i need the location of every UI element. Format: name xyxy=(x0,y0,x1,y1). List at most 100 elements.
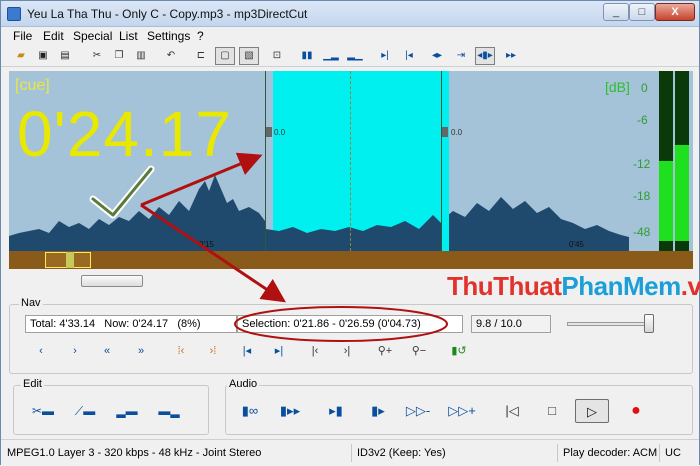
paste-icon[interactable]: ▥ xyxy=(131,47,151,65)
window-title: Yeu La Tha Thu - Only C - Copy.mp3 - mp3… xyxy=(27,7,308,21)
copy-icon[interactable]: ❐ xyxy=(109,47,129,65)
play-selection-icon[interactable]: ▮▸▸ xyxy=(273,399,307,423)
normalize-icon[interactable]: ▮▮ xyxy=(297,47,317,65)
next-cue-icon[interactable]: ›| xyxy=(335,343,359,359)
waveform-display[interactable]: 0'15 0'30 0'45 0.0 0.0 [cue] 0'24.17 [dB… xyxy=(9,71,693,251)
db-48: -48 xyxy=(633,225,651,239)
close-button[interactable]: X xyxy=(655,3,695,21)
playback-cursor[interactable] xyxy=(350,71,351,251)
skip-forward-icon[interactable]: » xyxy=(129,343,153,359)
db-12: -12 xyxy=(633,157,651,171)
split-icon[interactable]: ⇥ xyxy=(451,47,471,65)
cut-icon[interactable]: ✂ xyxy=(87,47,107,65)
status-bar: MPEG1.0 Layer 3 - 320 kbps - 48 kHz - Jo… xyxy=(1,439,699,465)
volume-icon[interactable]: ▂▁ xyxy=(345,47,365,65)
mark-out-icon[interactable]: |◂ xyxy=(399,47,419,65)
now-time: Now: 0'24.17 xyxy=(104,318,169,330)
overview-timeline[interactable] xyxy=(9,251,693,269)
status-separator-1 xyxy=(351,444,352,462)
undo-icon[interactable]: ↶ xyxy=(161,47,181,65)
fast-forward-icon[interactable]: ▷▷+ xyxy=(445,399,479,423)
go-end-selection-icon[interactable]: ›⁞ xyxy=(201,343,225,359)
minimize-button[interactable]: _ xyxy=(603,3,629,21)
cue-label: [cue] xyxy=(15,77,50,94)
level-meter-left-fill xyxy=(659,161,673,241)
selection-end-line[interactable] xyxy=(441,71,442,251)
volume-slider-track[interactable] xyxy=(567,322,653,326)
play-range-icon[interactable]: ▷▷- xyxy=(401,399,435,423)
zoom-mode-icon[interactable]: ▢ xyxy=(215,47,235,65)
cut-marker-icon[interactable]: ✂▬ xyxy=(31,401,55,421)
edit-label: Edit xyxy=(21,378,44,390)
prev-cue-icon[interactable]: |‹ xyxy=(303,343,327,359)
zoom-mode-2-icon[interactable]: ▧ xyxy=(239,47,259,65)
mark-in-icon[interactable]: ▸| xyxy=(375,47,395,65)
position-info: Total: 4'33.14 Now: 0'24.17 (8%) xyxy=(25,315,237,333)
menu-settings[interactable]: Settings xyxy=(147,29,190,43)
menu-special[interactable]: Special xyxy=(73,29,112,43)
select-all-icon[interactable]: ◂▸ xyxy=(427,47,447,65)
maximize-button[interactable]: □ xyxy=(629,3,655,21)
zoom-out-icon[interactable]: ⚲− xyxy=(407,343,431,359)
audio-label: Audio xyxy=(227,378,260,390)
save-icon[interactable]: ▣ xyxy=(33,47,53,65)
selection-info: Selection: 0'21.86 - 0'26.59 (0'04.73) xyxy=(237,315,463,333)
menu-bar: File Edit Special List Settings ? xyxy=(1,27,699,45)
db-6: -6 xyxy=(637,113,648,127)
now-percent: (8%) xyxy=(177,318,201,330)
main-window: Yeu La Tha Thu - Only C - Copy.mp3 - mp3… xyxy=(0,0,700,465)
mark-start-icon[interactable]: |◂ xyxy=(235,343,259,359)
app-icon xyxy=(7,7,21,21)
end-marker-value: 0.0 xyxy=(451,128,463,137)
overview-selection xyxy=(66,252,74,268)
toolbar: ▰ ▣ ▤ ✂ ❐ ▥ ↶ ⊏ ▢ ▧ ⊡ ▮▮ ▁▂ ▂▁ ▸| |◂ ◂▸ … xyxy=(1,45,699,67)
play-from-cue-icon[interactable]: ▸▮ xyxy=(319,399,353,423)
status-uc: UC xyxy=(665,447,681,459)
stop-start-icon[interactable]: |◁ xyxy=(495,399,529,423)
cue-mode-icon[interactable]: ⊏ xyxy=(191,47,211,65)
play-cue-icon[interactable]: ▮▸ xyxy=(361,399,395,423)
start-marker[interactable] xyxy=(266,127,272,137)
open-file-icon[interactable]: ▰ xyxy=(11,47,31,65)
trim-icon[interactable]: ◂▮▸ xyxy=(475,47,495,65)
menu-edit[interactable]: Edit xyxy=(43,29,64,43)
play-to-cue-icon[interactable]: ▮∞ xyxy=(233,399,267,423)
record-icon[interactable]: ● xyxy=(619,399,653,423)
start-marker-value: 0.0 xyxy=(274,128,286,137)
total-time: Total: 4'33.14 xyxy=(30,318,96,330)
loop-icon[interactable]: ▮↺ xyxy=(447,343,471,359)
nav-label: Nav xyxy=(19,297,43,309)
scrollbar-thumb[interactable] xyxy=(81,275,143,287)
level-meter-right xyxy=(675,71,689,251)
mark-end-icon[interactable]: ▸| xyxy=(267,343,291,359)
level-meter-left xyxy=(659,71,673,251)
trim-marker-icon[interactable]: ▬▂ xyxy=(157,401,181,421)
status-separator-2 xyxy=(557,444,558,462)
time-display: 0'24.17 xyxy=(17,98,232,170)
normalize-marker-icon[interactable]: ▂▬ xyxy=(115,401,139,421)
end-marker[interactable] xyxy=(442,127,448,137)
volume-slider-knob[interactable] xyxy=(644,314,654,333)
db-title: [dB] xyxy=(605,79,630,95)
step-back-icon[interactable]: ‹ xyxy=(29,343,53,359)
crop-icon[interactable]: ▸▸ xyxy=(501,47,521,65)
status-id3: ID3v2 (Keep: Yes) xyxy=(357,447,446,459)
menu-file[interactable]: File xyxy=(13,29,32,43)
set-cue-icon[interactable]: ⊡ xyxy=(267,47,287,65)
fade-marker-icon[interactable]: ⟋▬ xyxy=(73,401,97,421)
menu-list[interactable]: List xyxy=(119,29,138,43)
title-bar[interactable]: Yeu La Tha Thu - Only C - Copy.mp3 - mp3… xyxy=(1,1,699,27)
save-as-icon[interactable]: ▤ xyxy=(55,47,75,65)
db-18: -18 xyxy=(633,189,651,203)
play-icon[interactable]: ▷ xyxy=(575,399,609,423)
go-start-selection-icon[interactable]: ⁞‹ xyxy=(169,343,193,359)
step-forward-icon[interactable]: › xyxy=(63,343,87,359)
fade-icon[interactable]: ▁▂ xyxy=(321,47,341,65)
selection-start-line[interactable] xyxy=(265,71,266,251)
status-separator-3 xyxy=(659,444,660,462)
menu-help[interactable]: ? xyxy=(197,29,204,43)
watermark-part2: PhanMem xyxy=(561,271,681,301)
skip-back-icon[interactable]: « xyxy=(95,343,119,359)
stop-icon[interactable]: □ xyxy=(535,399,569,423)
zoom-in-icon[interactable]: ⚲+ xyxy=(373,343,397,359)
